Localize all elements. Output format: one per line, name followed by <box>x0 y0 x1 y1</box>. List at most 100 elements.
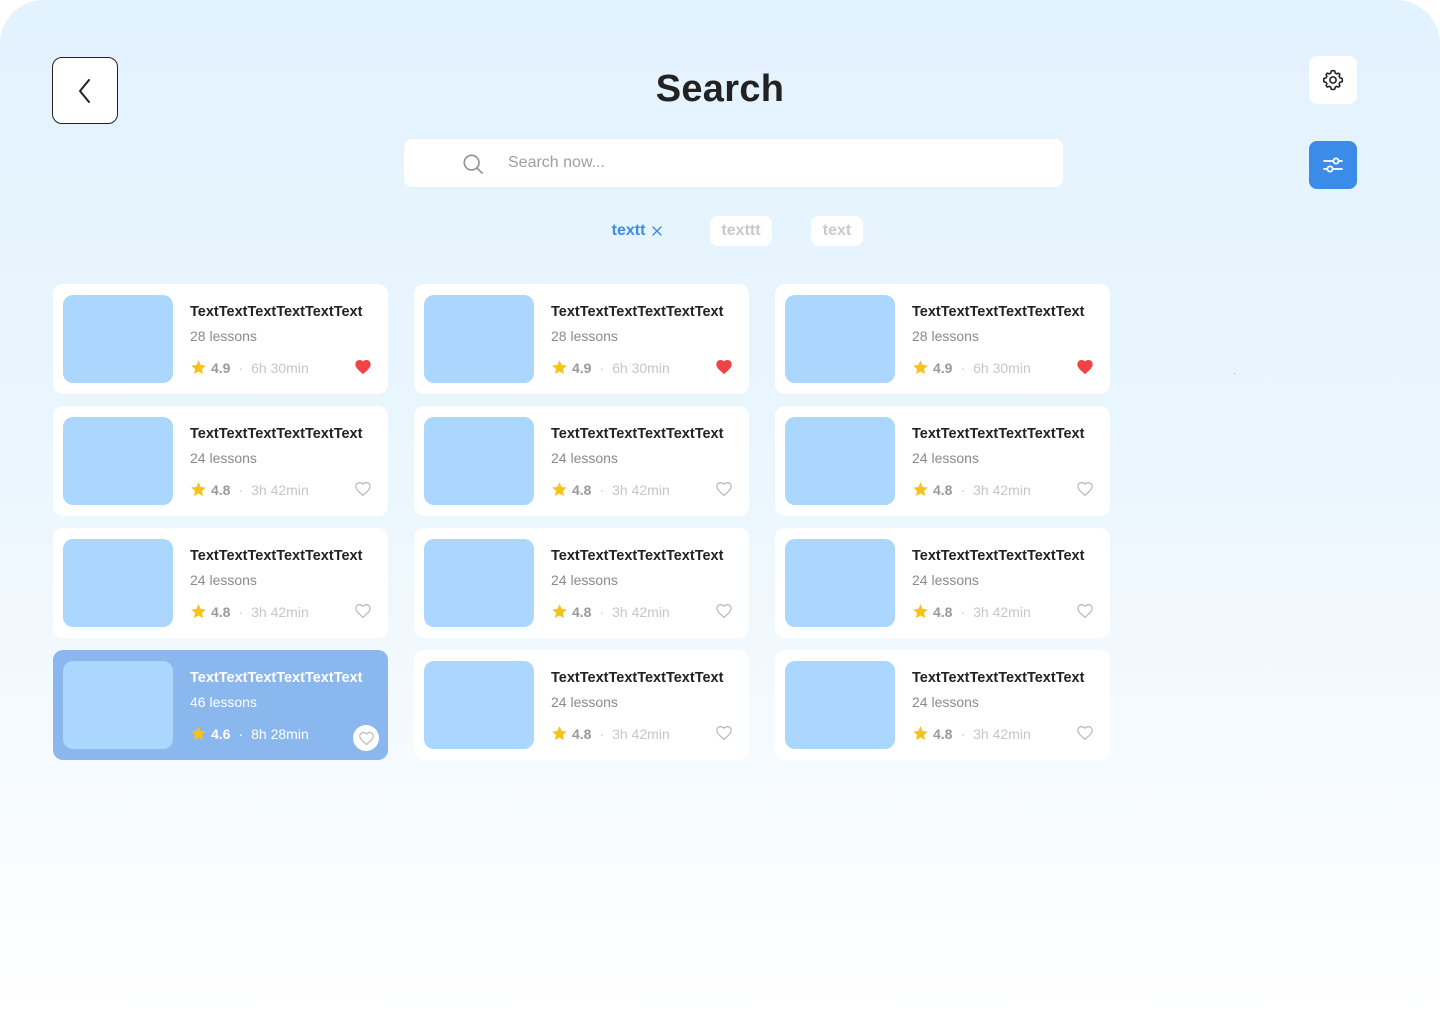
heart-icon <box>1077 360 1093 374</box>
lesson-count: 24 lessons <box>190 572 257 588</box>
course-meta: 4.8 · 3h 42min <box>912 603 1031 620</box>
course-thumbnail <box>785 417 895 505</box>
course-card[interactable]: TextTextTextTextTextText 24 lessons 4.8 · 3h… <box>414 650 749 760</box>
course-title: TextTextTextTextTextText <box>912 304 1085 320</box>
course-title: TextTextTextTextTextText <box>551 670 724 686</box>
search-bar <box>404 139 1063 187</box>
favorite-button[interactable] <box>1076 358 1094 376</box>
course-card[interactable]: TextTextTextTextTextText 46 lessons 4.6 · 8h… <box>53 650 388 760</box>
heart-icon <box>1077 482 1093 496</box>
search-icon <box>463 154 483 174</box>
filter-chip-text[interactable]: text <box>811 216 863 246</box>
course-rating: 4.9 <box>572 359 592 376</box>
separator-dot: · <box>960 603 966 620</box>
course-card[interactable]: TextTextTextTextTextText 24 lessons 4.8 · 3h… <box>775 406 1110 516</box>
heart-icon <box>716 482 732 496</box>
course-rating: 4.8 <box>933 725 953 742</box>
course-card[interactable]: TextTextTextTextTextText 24 lessons 4.8 · 3h… <box>414 528 749 638</box>
course-title: TextTextTextTextTextText <box>551 548 724 564</box>
course-thumbnail <box>63 295 173 383</box>
course-rating: 4.8 <box>572 481 592 498</box>
lesson-count: 24 lessons <box>912 694 979 710</box>
separator-dot: · <box>960 481 966 498</box>
page-title: Search <box>655 68 785 110</box>
course-card[interactable]: TextTextTextTextTextText 24 lessons 4.8 · 3h… <box>53 406 388 516</box>
course-duration: 3h 42min <box>612 481 670 498</box>
course-rating: 4.8 <box>572 603 592 620</box>
favorite-button[interactable] <box>715 358 733 376</box>
favorite-button[interactable] <box>715 602 733 620</box>
star-icon <box>190 359 207 376</box>
course-title: TextTextTextTextTextText <box>190 426 363 442</box>
heart-icon <box>355 482 371 496</box>
star-icon <box>190 725 207 742</box>
favorite-button[interactable] <box>354 480 372 498</box>
course-card[interactable]: TextTextTextTextTextText 24 lessons 4.8 · 3h… <box>775 528 1110 638</box>
course-meta: 4.8 · 3h 42min <box>190 481 309 498</box>
course-rating: 4.8 <box>933 481 953 498</box>
course-title: TextTextTextTextTextText <box>190 304 363 320</box>
gear-icon <box>1322 69 1344 91</box>
separator-dot: · <box>599 603 605 620</box>
course-duration: 3h 42min <box>973 481 1031 498</box>
settings-button[interactable] <box>1309 56 1357 104</box>
course-duration: 3h 42min <box>973 725 1031 742</box>
favorite-button[interactable] <box>715 724 733 742</box>
course-duration: 3h 42min <box>612 603 670 620</box>
course-card[interactable]: TextTextTextTextTextText 28 lessons 4.9 · 6h… <box>775 284 1110 394</box>
sliders-icon <box>1323 157 1343 173</box>
lesson-count: 28 lessons <box>190 328 257 344</box>
course-title: TextTextTextTextTextText <box>551 304 724 320</box>
course-duration: 6h 30min <box>973 359 1031 376</box>
close-icon[interactable] <box>652 226 663 236</box>
course-card[interactable]: TextTextTextTextTextText 28 lessons 4.9 · 6h… <box>53 284 388 394</box>
star-icon <box>912 359 929 376</box>
course-thumbnail <box>424 295 534 383</box>
favorite-button[interactable] <box>1076 724 1094 742</box>
course-meta: 4.8 · 3h 42min <box>551 725 670 742</box>
lesson-count: 24 lessons <box>551 694 618 710</box>
course-meta: 4.8 · 3h 42min <box>912 481 1031 498</box>
favorite-button[interactable] <box>354 358 372 376</box>
heart-icon <box>358 731 374 745</box>
favorite-button[interactable] <box>1076 602 1094 620</box>
course-card[interactable]: TextTextTextTextTextText 24 lessons 4.8 · 3h… <box>775 650 1110 760</box>
separator-dot: · <box>238 603 244 620</box>
chip-label: text <box>822 222 852 239</box>
lesson-count: 24 lessons <box>912 572 979 588</box>
course-thumbnail <box>63 417 173 505</box>
course-duration: 6h 30min <box>251 359 309 376</box>
search-input[interactable] <box>508 139 1028 187</box>
course-card[interactable]: TextTextTextTextTextText 24 lessons 4.8 · 3h… <box>414 406 749 516</box>
course-title: TextTextTextTextTextText <box>190 548 363 564</box>
lesson-count: 24 lessons <box>912 450 979 466</box>
filter-button[interactable] <box>1309 141 1357 189</box>
course-title: TextTextTextTextTextText <box>190 670 363 686</box>
filter-chip-texttt[interactable]: texttt <box>710 216 772 246</box>
favorite-button[interactable] <box>354 602 372 620</box>
separator-dot: · <box>599 481 605 498</box>
decorative-dot <box>1234 373 1235 374</box>
filter-chip-textt[interactable]: textt <box>606 216 668 246</box>
star-icon <box>912 481 929 498</box>
favorite-button[interactable] <box>1076 480 1094 498</box>
course-thumbnail <box>424 661 534 749</box>
star-icon <box>551 359 568 376</box>
course-card[interactable]: TextTextTextTextTextText 28 lessons 4.9 · 6h… <box>414 284 749 394</box>
separator-dot: · <box>960 725 966 742</box>
course-rating: 4.8 <box>211 603 231 620</box>
lesson-count: 28 lessons <box>551 328 618 344</box>
favorite-button[interactable] <box>715 480 733 498</box>
separator-dot: · <box>238 725 244 742</box>
heart-icon <box>1077 726 1093 740</box>
course-thumbnail <box>424 417 534 505</box>
separator-dot: · <box>599 359 605 376</box>
course-rating: 4.9 <box>933 359 953 376</box>
heart-icon <box>355 360 371 374</box>
course-title: TextTextTextTextTextText <box>551 426 724 442</box>
heart-icon <box>716 604 732 618</box>
course-card[interactable]: TextTextTextTextTextText 24 lessons 4.8 · 3h… <box>53 528 388 638</box>
course-rating: 4.8 <box>572 725 592 742</box>
favorite-button[interactable] <box>353 725 379 751</box>
star-icon <box>551 603 568 620</box>
